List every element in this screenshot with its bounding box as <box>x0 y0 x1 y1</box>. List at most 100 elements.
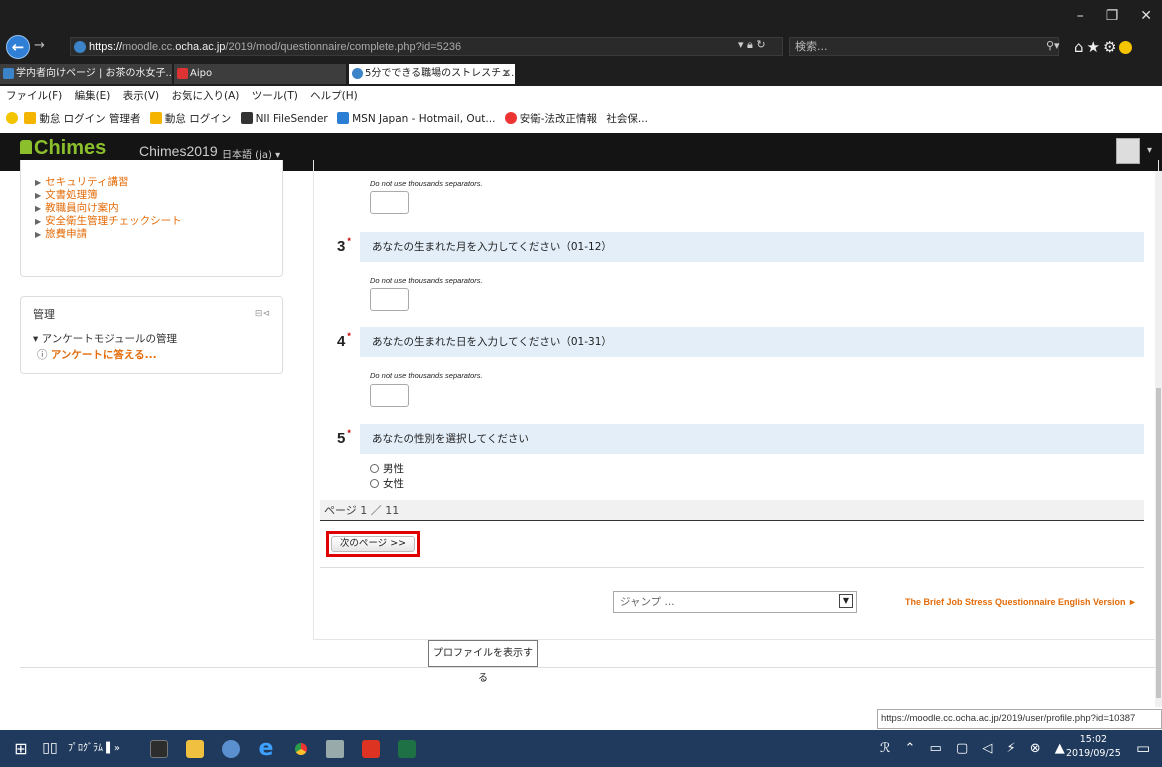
notification-icon[interactable]: ▭ <box>1136 730 1150 767</box>
dropdown-arrow-icon[interactable]: ▼ <box>839 594 853 608</box>
favorite-link[interactable]: MSN Japan - Hotmail, Out... <box>337 112 496 125</box>
brand-logo[interactable]: Chimes <box>34 137 106 160</box>
question-number-text: 4 <box>337 333 346 350</box>
tab-stress-check[interactable]: 5分でできる職場のストレスチェ... ✕ <box>349 64 515 84</box>
jump-select[interactable]: ジャンプ ... ▼ <box>613 591 857 613</box>
windows-start-icon[interactable]: ⊞ <box>6 730 36 767</box>
gear-icon[interactable]: ⚙ <box>1103 38 1119 56</box>
tab-student-page[interactable]: 学内者向けページ | お茶の水女子... <box>0 64 172 84</box>
forward-button[interactable]: → <box>34 38 45 53</box>
birth-day-input[interactable] <box>370 384 409 407</box>
ie-tab-icon <box>3 68 14 79</box>
menu-view[interactable]: 表示(V) <box>123 90 159 102</box>
favorite-link[interactable]: 社会保... <box>606 113 648 125</box>
windows-taskbar: ⊞ ▯▯ ﾌﾟﾛｸﾞﾗﾑ ▌» e ℛ ⌃ ▭ ▢ ◁ ⚡ ⊗ ▲ 15:02 … <box>0 730 1162 767</box>
favorites-bar: 動怠 ログイン 管理者 動怠 ログイン NII FileSender MSN J… <box>0 106 1162 132</box>
page-indicator: ページ 1 ／ 11 <box>320 500 1144 521</box>
home-icon[interactable]: ⌂ <box>1074 38 1087 56</box>
block-dock-icon[interactable]: ⊟⊲ <box>255 309 270 319</box>
feedback-smiley-icon[interactable] <box>1119 41 1133 54</box>
answer-questionnaire-link[interactable]: ⓘ アンケートに答える... <box>37 347 157 362</box>
site-name-link[interactable]: Chimes2019 <box>139 143 218 159</box>
favorite-link[interactable]: 動怠 ログイン 管理者 <box>24 112 141 125</box>
radio-circle-icon <box>370 479 379 488</box>
system-clock[interactable]: 15:02 2019/09/25 <box>1066 733 1121 761</box>
nav-item[interactable]: ▶ セキュリティ講習 <box>35 176 282 189</box>
menu-help[interactable]: ヘルプ(H) <box>310 90 358 102</box>
question-2-input[interactable] <box>370 191 409 214</box>
birth-month-input[interactable] <box>370 288 409 311</box>
loading-tab-icon <box>352 68 363 79</box>
required-marker: * <box>347 331 351 341</box>
minimize-icon[interactable]: – <box>1077 8 1084 24</box>
next-page-highlight: 次のページ >> <box>326 531 420 557</box>
nav-item[interactable]: ▶ 文書処理簿 <box>35 189 282 202</box>
excel-icon[interactable] <box>398 740 416 758</box>
cmd-icon[interactable] <box>150 740 168 758</box>
collapsed-triangle-icon: ▶ <box>35 230 42 239</box>
question-number: 3 * <box>337 236 351 255</box>
language-menu[interactable]: 日本語 (ja) ▾ <box>222 146 280 161</box>
search-icon[interactable]: ⚲▾ <box>1046 39 1060 52</box>
file-explorer-icon[interactable] <box>186 740 204 758</box>
menu-edit[interactable]: 編集(E) <box>75 90 111 102</box>
gender-male-radio[interactable]: 男性 <box>370 461 404 476</box>
bell-logo-icon <box>20 140 32 154</box>
address-tools[interactable]: ▾ 🔒︎ ↻ <box>738 38 766 52</box>
favorite-label: MSN Japan - Hotmail, Out... <box>352 113 496 125</box>
close-tab-icon[interactable]: ✕ <box>503 64 511 84</box>
favorite-label: 動怠 ログイン <box>164 113 232 125</box>
menu-tools[interactable]: ツール(T) <box>252 90 298 102</box>
address-bar[interactable]: https://moodle.cc.ocha.ac.jp/2019/mod/qu… <box>70 37 783 56</box>
address-row: ← → https://moodle.cc.ocha.ac.jp/2019/mo… <box>0 34 1162 60</box>
url-path: /2019/mod/questionnaire/complete.php?id=… <box>225 41 462 53</box>
url-host: moodle.cc. <box>122 41 176 53</box>
url-prefix: https:// <box>89 41 123 53</box>
nav-item[interactable]: ▶ 教職員向け案内 <box>35 202 282 215</box>
favorite-link[interactable]: 安衛-法改正情報 <box>504 112 597 125</box>
menu-favorites[interactable]: お気に入り(A) <box>171 90 239 102</box>
navigation-list: ▶ セキュリティ講習 ▶ 文書処理簿 ▶ 教職員向け案内 ▶ 安全衛生管理チェックシート… <box>35 176 282 241</box>
separator-note: Do not use thousands separators. <box>370 371 483 380</box>
tab-label: Aipo <box>190 68 213 79</box>
question-3-text: あなたの生まれた月を入力してください（01-12） <box>360 232 1144 262</box>
favorite-link[interactable]: NII FileSender <box>240 112 328 125</box>
clock-date: 2019/09/25 <box>1066 748 1121 759</box>
favorites-star-icon[interactable]: ★ <box>1087 38 1103 56</box>
collapsed-triangle-icon: ▶ <box>35 204 42 213</box>
favorite-link[interactable]: 動怠 ログイン <box>149 112 232 125</box>
question-number-text: 5 <box>337 430 346 447</box>
next-page-button[interactable]: 次のページ >> <box>331 536 415 552</box>
search-input[interactable]: 検索... <box>789 37 1059 56</box>
close-window-icon[interactable]: ✕ <box>1140 8 1152 24</box>
back-button[interactable]: ← <box>6 35 30 59</box>
admin-tree-node[interactable]: ▾ アンケートモジュールの管理 <box>33 331 177 346</box>
nav-item-label: 安全衛生管理チェックシート <box>45 215 182 227</box>
chrome-icon[interactable] <box>292 740 310 758</box>
add-favorite-star-icon[interactable] <box>6 112 18 124</box>
menu-file[interactable]: ファイル(F) <box>6 90 62 102</box>
favorite-icon <box>24 112 37 124</box>
scrollbar-thumb[interactable] <box>1156 388 1161 698</box>
acrobat-icon[interactable] <box>362 740 380 758</box>
task-view-icon[interactable]: ▯▯ <box>38 730 62 767</box>
gender-female-radio[interactable]: 女性 <box>370 476 404 491</box>
programs-toolbar[interactable]: ﾌﾟﾛｸﾞﾗﾑ ▌» <box>64 730 124 767</box>
system-tray[interactable]: ℛ ⌃ ▭ ▢ ◁ ⚡ ⊗ ▲ <box>880 730 1070 767</box>
divider <box>320 567 1144 568</box>
refresh-icon[interactable]: ↻ <box>756 38 765 51</box>
search-placeholder: 検索... <box>795 40 828 53</box>
lock-icon: 🔒︎ <box>747 38 753 51</box>
nav-item[interactable]: ▶ 安全衛生管理チェックシート <box>35 215 282 228</box>
snipping-tool-icon[interactable] <box>326 740 344 758</box>
menu-bar: ファイル(F) 編集(E) 表示(V) お気に入り(A) ツール(T) ヘルプ(… <box>0 86 1162 106</box>
question-number-text: 3 <box>337 238 346 255</box>
nav-item[interactable]: ▶ 旅費申請 <box>35 228 282 241</box>
tab-aipo[interactable]: Aipo <box>174 64 346 84</box>
english-version-link[interactable]: The Brief Job Stress Questionnaire Engli… <box>905 597 1137 607</box>
internet-explorer-icon[interactable]: e <box>254 730 278 767</box>
network-app-icon[interactable] <box>222 740 240 758</box>
restore-icon[interactable]: ❐ <box>1106 8 1119 24</box>
status-bar-url: https://moodle.cc.ocha.ac.jp/2019/user/p… <box>877 709 1162 729</box>
user-menu-caret-icon[interactable]: ▾ <box>1147 145 1152 156</box>
